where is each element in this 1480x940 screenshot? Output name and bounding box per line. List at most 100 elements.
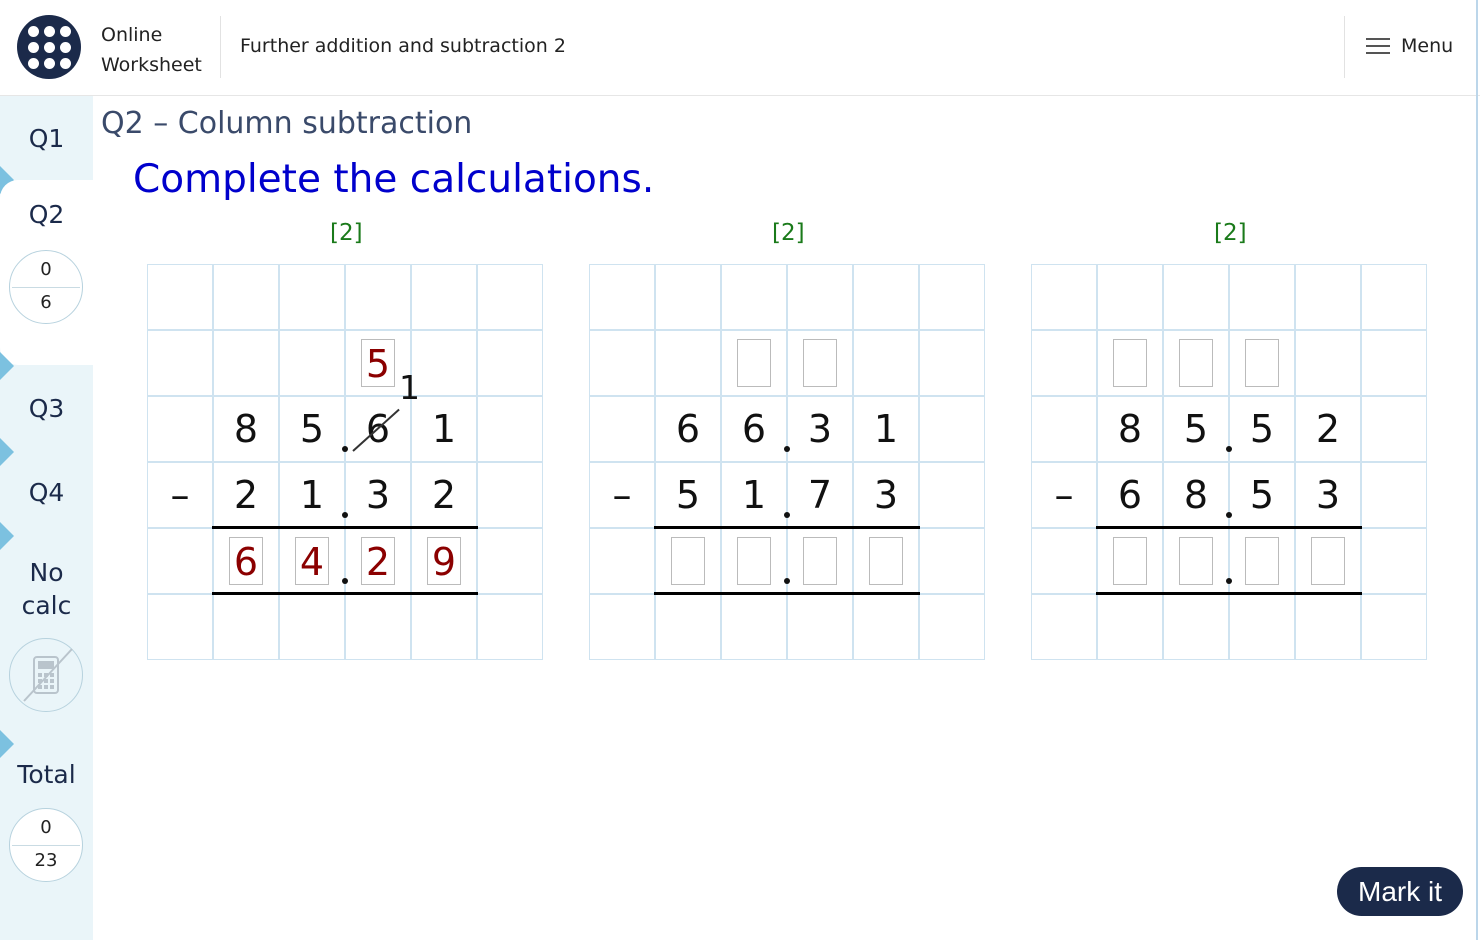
grid-cell <box>477 264 543 330</box>
subtrahend-digit: 8 <box>1183 473 1209 517</box>
grid-cell <box>1031 264 1097 330</box>
menu-label: Menu <box>1401 35 1454 57</box>
grid-cell <box>213 330 279 396</box>
answer-rule <box>654 526 920 529</box>
grid-cell <box>919 396 985 462</box>
answer-rule <box>1096 592 1362 595</box>
tab-q3[interactable]: Q3 <box>0 394 93 423</box>
tab-notch <box>0 730 14 758</box>
decimal-point <box>342 578 348 584</box>
subtrahend-digit: 1 <box>741 473 767 517</box>
q2-score: 0 <box>40 259 52 280</box>
worksheet-logo-icon[interactable] <box>17 15 81 79</box>
grid-cell <box>147 396 213 462</box>
question-title: Q2 – Column subtraction <box>101 106 473 141</box>
tab-notch <box>0 352 14 380</box>
tab-notch <box>0 438 14 466</box>
carry-input[interactable] <box>1179 339 1213 387</box>
minuend-digit: 6 <box>675 407 701 451</box>
grid-cell <box>147 264 213 330</box>
grid-cell <box>787 594 853 660</box>
mark-it-button[interactable]: Mark it <box>1337 867 1463 916</box>
subtraction-grid: 8 5 5 2–6 8 5 3 <box>1031 264 1427 660</box>
carry-input[interactable] <box>737 339 771 387</box>
total-max: 23 <box>34 850 58 871</box>
minuend-digit: 8 <box>233 407 259 451</box>
grid-cell <box>1295 330 1361 396</box>
grid-cell <box>1361 264 1427 330</box>
grid-cell <box>213 264 279 330</box>
tab-q3-label: Q3 <box>28 394 65 423</box>
answer-input[interactable]: 9 <box>427 537 461 585</box>
carry-input[interactable]: 5 <box>361 339 395 387</box>
grid-cell <box>1097 594 1163 660</box>
answer-input[interactable] <box>1179 537 1213 585</box>
answer-input[interactable]: 2 <box>361 537 395 585</box>
no-calculator-icon <box>9 638 83 712</box>
grid-cell <box>1097 264 1163 330</box>
grid-cell <box>589 594 655 660</box>
grid-cell <box>411 330 477 396</box>
decimal-point <box>784 578 790 584</box>
tab-q1[interactable]: Q1 <box>0 124 93 153</box>
problem-marks: [2] <box>330 220 363 246</box>
grid-cell <box>1295 594 1361 660</box>
menu-button[interactable]: Menu <box>1366 35 1453 57</box>
subtrahend-digit: 2 <box>431 473 457 517</box>
minus-sign: – <box>170 473 190 517</box>
no-calc-label-2: calc <box>21 591 72 620</box>
decimal-point <box>1226 578 1232 584</box>
answer-rule <box>212 526 478 529</box>
answer-input[interactable] <box>869 537 903 585</box>
grid-cell <box>279 330 345 396</box>
minuend-digit: 2 <box>1315 407 1341 451</box>
answer-input[interactable] <box>1245 537 1279 585</box>
grid-cell <box>279 594 345 660</box>
q2-score-badge: 0 6 <box>9 250 83 324</box>
decimal-point <box>1226 512 1232 518</box>
carry-input[interactable] <box>1245 339 1279 387</box>
total-score-badge: 0 23 <box>9 808 83 882</box>
subtrahend-digit: 2 <box>233 473 259 517</box>
grid-cell <box>589 528 655 594</box>
grid-cell <box>477 528 543 594</box>
total-score: 0 <box>40 817 52 838</box>
carry-input[interactable] <box>803 339 837 387</box>
grid-cell <box>589 264 655 330</box>
answer-input[interactable] <box>1113 537 1147 585</box>
grid-cell <box>1361 462 1427 528</box>
header-divider <box>1344 16 1345 78</box>
grid-cell <box>919 330 985 396</box>
grid-cell <box>411 264 477 330</box>
carry-input[interactable] <box>1113 339 1147 387</box>
tab-q4[interactable]: Q4 <box>0 478 93 507</box>
grid-cell <box>919 264 985 330</box>
grid-cell <box>853 330 919 396</box>
answer-rule <box>1096 526 1362 529</box>
grid-cell <box>345 594 411 660</box>
tab-no-calc[interactable]: No calc <box>0 556 93 622</box>
minus-sign: – <box>612 473 632 517</box>
grid-cell <box>477 462 543 528</box>
grid-cell <box>147 528 213 594</box>
answer-input[interactable] <box>671 537 705 585</box>
tab-total[interactable]: Total <box>0 760 93 789</box>
minuend-digit: 1 <box>431 407 457 451</box>
grid-cell <box>919 594 985 660</box>
grid-cell <box>589 396 655 462</box>
answer-input[interactable] <box>737 537 771 585</box>
brand-line-2: Worksheet <box>101 54 202 76</box>
tab-notch <box>0 522 14 550</box>
tab-q2[interactable]: Q2 0 6 <box>0 180 93 365</box>
minuend-digit: 1 <box>873 407 899 451</box>
header-divider <box>220 16 221 78</box>
problem-marks: [2] <box>1214 220 1247 246</box>
grid-cell <box>721 264 787 330</box>
subtraction-grid: 6 6 3 1–5 1 7 3 <box>589 264 985 660</box>
answer-input[interactable] <box>1311 537 1345 585</box>
grid-cell <box>1229 594 1295 660</box>
answer-input[interactable]: 6 <box>229 537 263 585</box>
answer-input[interactable]: 4 <box>295 537 329 585</box>
subtrahend-digit: 6 <box>1117 473 1143 517</box>
answer-input[interactable] <box>803 537 837 585</box>
